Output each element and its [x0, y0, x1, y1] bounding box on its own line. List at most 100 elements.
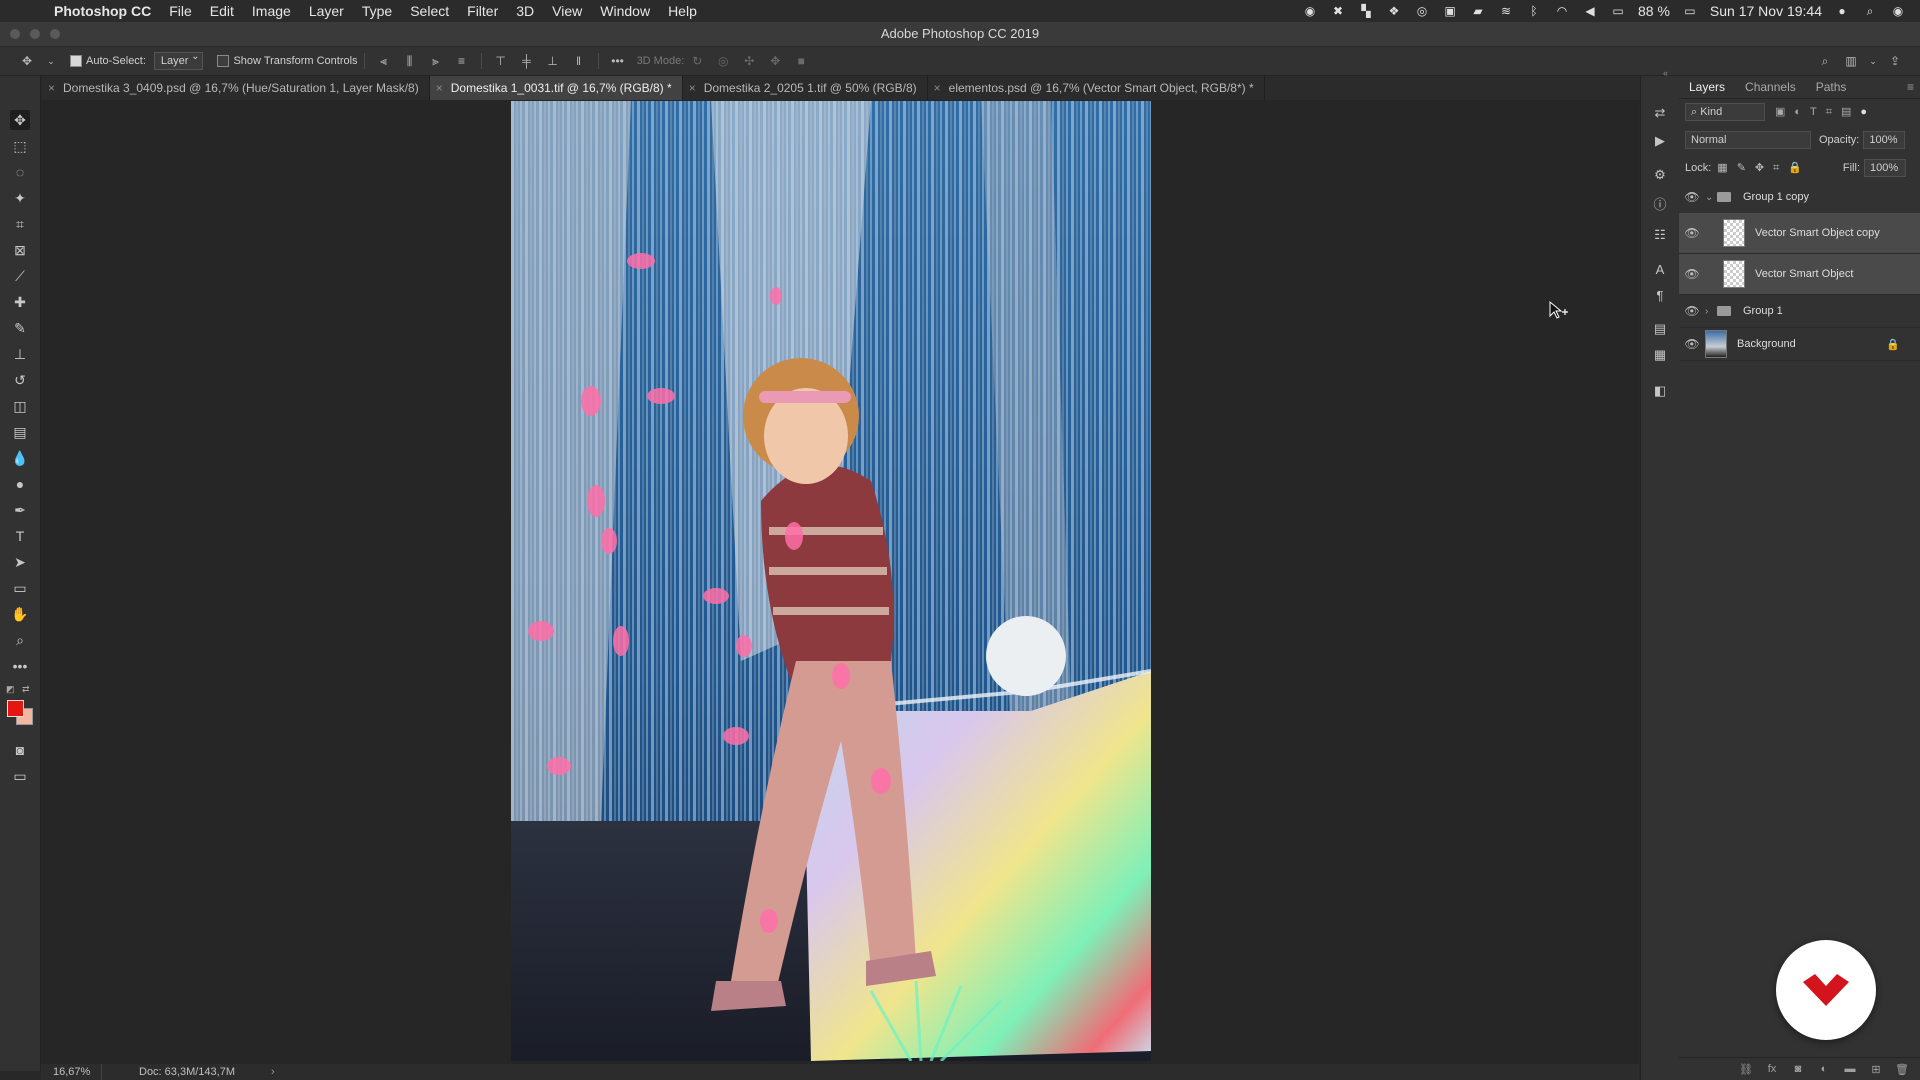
- clock[interactable]: Sun 17 Nov 19:44: [1710, 3, 1822, 19]
- share-icon[interactable]: ⇪: [1888, 54, 1902, 68]
- new-group-icon[interactable]: ▬: [1842, 1063, 1858, 1075]
- chevron-down-icon[interactable]: ⌄: [1705, 192, 1717, 203]
- battery-icon[interactable]: ▭: [1682, 4, 1698, 18]
- user-icon[interactable]: ●: [1834, 4, 1850, 18]
- close-tab-icon[interactable]: ×: [689, 81, 696, 95]
- hand-icon[interactable]: ✋: [10, 604, 30, 624]
- close-tab-icon[interactable]: ×: [436, 81, 443, 95]
- quick-mask-icon[interactable]: ◙: [10, 740, 30, 760]
- show-transform-checkbox[interactable]: [217, 55, 230, 67]
- close-tab-icon[interactable]: ×: [48, 81, 55, 95]
- workspace-dropdown-icon[interactable]: ⌄: [1866, 54, 1880, 68]
- zoom-level[interactable]: 16,67%: [53, 1064, 90, 1080]
- 3d-pan-icon[interactable]: ✣: [742, 54, 756, 68]
- spotlight-icon[interactable]: ⌕: [1862, 4, 1878, 18]
- align-left-icon[interactable]: ⫷: [377, 54, 391, 68]
- minimize-window-button[interactable]: [30, 29, 40, 39]
- layer-vector-smart-object-copy[interactable]: 👁 Vector Smart Object copy: [1679, 213, 1920, 254]
- lock-options-icons[interactable]: ▦✎✥⌗🔒: [1717, 161, 1811, 175]
- actions-panel-icon[interactable]: ▶: [1651, 132, 1669, 150]
- close-tab-icon[interactable]: ×: [934, 81, 941, 95]
- pen-icon[interactable]: ✒: [10, 500, 30, 520]
- character-panel-icon[interactable]: A: [1651, 260, 1669, 278]
- chat-icon[interactable]: ▰: [1470, 4, 1486, 18]
- add-mask-icon[interactable]: ◙: [1790, 1063, 1806, 1075]
- menu-help[interactable]: Help: [668, 3, 697, 19]
- status-menu-arrow-icon[interactable]: ›: [271, 1064, 275, 1080]
- menu-3d[interactable]: 3D: [516, 3, 534, 19]
- app-menu[interactable]: Photoshop CC: [54, 3, 151, 19]
- zoom-icon[interactable]: ⌕: [10, 630, 30, 650]
- bluetooth-icon[interactable]: ᛒ: [1526, 4, 1542, 18]
- menu-layer[interactable]: Layer: [309, 3, 344, 19]
- type-icon[interactable]: T: [10, 526, 30, 546]
- panel-menu-icon[interactable]: ≡: [1907, 76, 1914, 98]
- document-tab[interactable]: × elementos.psd @ 16,7% (Vector Smart Obj…: [928, 76, 1265, 100]
- screen-mode-icon[interactable]: ▭: [10, 766, 30, 786]
- grid-icon[interactable]: ▚: [1358, 4, 1374, 18]
- 3d-scale-icon[interactable]: ■: [794, 54, 808, 68]
- distribute-icon[interactable]: ≡: [455, 54, 469, 68]
- info-panel-icon[interactable]: ⓘ: [1651, 194, 1669, 212]
- move-icon[interactable]: ✥: [10, 110, 30, 130]
- crop-icon[interactable]: ⌗: [10, 214, 30, 234]
- visibility-eye-icon[interactable]: 👁: [1679, 190, 1705, 204]
- menu-image[interactable]: Image: [252, 3, 291, 19]
- menu-window[interactable]: Window: [600, 3, 650, 19]
- swatches-panel-icon[interactable]: ◧: [1651, 382, 1669, 400]
- marquee-icon[interactable]: ⬚: [10, 136, 30, 156]
- layer-background[interactable]: 👁 Background 🔒: [1679, 328, 1920, 361]
- airplay-icon[interactable]: ▭: [1610, 4, 1626, 18]
- 3d-orbit-icon[interactable]: ↻: [690, 54, 704, 68]
- menu-file[interactable]: File: [169, 3, 192, 19]
- visibility-eye-icon[interactable]: 👁: [1679, 337, 1705, 351]
- workspace-icon[interactable]: ▥: [1844, 54, 1858, 68]
- link-layers-icon[interactable]: ⛓: [1738, 1063, 1754, 1076]
- layer-vector-smart-object[interactable]: 👁 Vector Smart Object: [1679, 254, 1920, 295]
- visibility-eye-icon[interactable]: 👁: [1679, 267, 1705, 281]
- document-canvas[interactable]: [511, 101, 1151, 1061]
- lasso-icon[interactable]: ◌: [10, 162, 30, 182]
- auto-select-toggle[interactable]: Auto-Select:: [70, 52, 146, 70]
- layer-group-1[interactable]: 👁 › Group 1: [1679, 295, 1920, 328]
- document-tab[interactable]: × Domestika 3_0409.psd @ 16,7% (Hue/Satur…: [42, 76, 430, 100]
- delete-layer-icon[interactable]: 🗑: [1894, 1063, 1910, 1076]
- properties-panel-icon[interactable]: ⚙: [1651, 166, 1669, 184]
- filter-kind-dropdown[interactable]: ⌕ Kind: [1685, 103, 1765, 121]
- gradient-icon[interactable]: ▤: [10, 422, 30, 442]
- menu-select[interactable]: Select: [410, 3, 449, 19]
- blend-mode-dropdown[interactable]: Normal: [1685, 131, 1811, 149]
- default-colors-icon[interactable]: ◩: [6, 684, 15, 695]
- auto-select-checkbox[interactable]: [70, 55, 82, 67]
- rectangle-icon[interactable]: ▭: [10, 578, 30, 598]
- adjustments-panel-icon[interactable]: ☷: [1651, 226, 1669, 244]
- tools-icon[interactable]: ✖: [1330, 4, 1346, 18]
- eyedropper-icon[interactable]: ⟋: [10, 266, 30, 286]
- chevron-right-icon[interactable]: ›: [1705, 306, 1717, 317]
- auto-select-target-dropdown[interactable]: Layer: [153, 50, 204, 70]
- visibility-eye-icon[interactable]: 👁: [1679, 226, 1705, 240]
- history-brush-icon[interactable]: ↺: [10, 370, 30, 390]
- adjustment-layer-icon[interactable]: ◐: [1816, 1063, 1832, 1075]
- notes-panel-icon[interactable]: ▦: [1651, 346, 1669, 364]
- align-top-icon[interactable]: ⊤: [494, 54, 508, 68]
- filter-toggle-icon[interactable]: ●: [1860, 106, 1867, 118]
- document-tab[interactable]: × Domestika 2_0205 1.tif @ 50% (RGB/8): [683, 76, 928, 100]
- search-icon[interactable]: ⌕: [1818, 54, 1832, 68]
- path-selection-icon[interactable]: ➤: [10, 552, 30, 572]
- libraries-panel-icon[interactable]: ▤: [1651, 320, 1669, 338]
- tab-paths[interactable]: Paths: [1806, 76, 1857, 98]
- fill-input[interactable]: 100%: [1864, 159, 1906, 177]
- tab-layers[interactable]: Layers: [1679, 76, 1735, 98]
- align-right-icon[interactable]: ⫸: [429, 54, 443, 68]
- 3d-slide-icon[interactable]: ✥: [768, 54, 782, 68]
- new-layer-icon[interactable]: ⊞: [1868, 1063, 1884, 1076]
- dodge-icon[interactable]: ●: [10, 474, 30, 494]
- align-bottom-icon[interactable]: ⊥: [546, 54, 560, 68]
- preset-dropdown-icon[interactable]: ⌄: [44, 54, 58, 68]
- eraser-icon[interactable]: ◫: [10, 396, 30, 416]
- blur-icon[interactable]: 💧: [10, 448, 30, 468]
- layer-group-1-copy[interactable]: 👁 ⌄ Group 1 copy: [1679, 181, 1920, 214]
- collapse-panels-icon[interactable]: «: [1663, 68, 1668, 78]
- siri-icon[interactable]: ◉: [1890, 4, 1906, 18]
